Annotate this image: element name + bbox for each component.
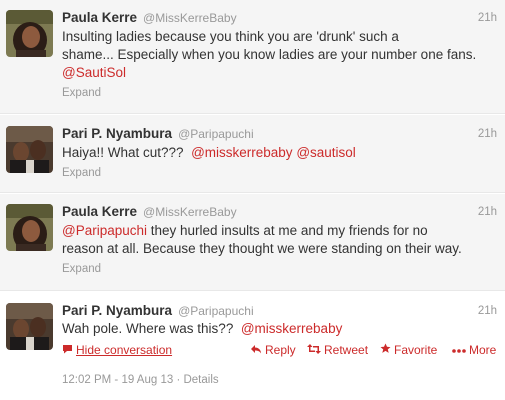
avatar[interactable]	[6, 204, 53, 251]
tweet-text: Insulting ladies because you think you a…	[62, 28, 495, 82]
author-handle[interactable]: @Paripapuchi	[178, 304, 254, 318]
expand-link[interactable]: Expand	[62, 167, 101, 179]
author-name[interactable]: Paula Kerre @MissKerreBaby	[62, 10, 237, 25]
mention-link[interactable]: @misskerrebaby	[241, 321, 342, 336]
author-name[interactable]: Paula Kerre @MissKerreBaby	[62, 204, 237, 219]
expand-link[interactable]: Expand	[62, 87, 101, 99]
tweet-3[interactable]: Paula Kerre @MissKerreBaby 21h @Paripapuc…	[0, 194, 505, 291]
tweet-text-line: reason at all. Because they thought we w…	[62, 241, 462, 256]
tweet-text: Haiya!! What cut??? @misskerrebaby @saut…	[62, 145, 356, 160]
mention-link[interactable]: @Paripapuchi	[62, 223, 147, 238]
tweet-metadata: 12:02 PM - 19 Aug 13 · Details	[62, 374, 219, 386]
author-name[interactable]: Pari P. Nyambura @Paripapuchi	[62, 303, 254, 318]
retweet-button[interactable]: Retweet	[307, 343, 368, 357]
more-button[interactable]: More	[452, 343, 496, 357]
expand-link[interactable]: Expand	[62, 263, 101, 275]
tweet-2[interactable]: Pari P. Nyambura @Paripapuchi 21h Haiya!!…	[0, 115, 505, 193]
retweet-icon	[307, 343, 321, 357]
tweet-time[interactable]: 21h	[478, 305, 497, 317]
tweet-text-line: Insulting ladies because you think you a…	[62, 29, 399, 44]
speech-bubble-icon	[62, 343, 73, 357]
author-handle[interactable]: @MissKerreBaby	[143, 205, 237, 219]
avatar[interactable]	[6, 10, 53, 57]
mention-link[interactable]: @SautiSol	[62, 64, 495, 82]
tweet-1[interactable]: Paula Kerre @MissKerreBaby 21h Insulting …	[0, 0, 505, 114]
mention-link[interactable]: @misskerrebaby	[191, 145, 292, 160]
favorite-button[interactable]: Favorite	[380, 343, 437, 357]
tweet-4[interactable]: Pari P. Nyambura @Paripapuchi 21h Wah pol…	[0, 292, 505, 400]
author-handle[interactable]: @MissKerreBaby	[143, 11, 237, 25]
reply-button[interactable]: Reply	[250, 343, 296, 357]
reply-icon	[250, 343, 262, 357]
tweet-timestamp[interactable]: 12:02 PM - 19 Aug 13	[62, 374, 173, 386]
tweet-text-line: they hurled insults at me and my friends…	[147, 223, 428, 238]
tweet-time[interactable]: 21h	[478, 128, 497, 140]
tweet-text: Wah pole. Where was this?? @misskerrebab…	[62, 321, 343, 336]
more-dots-icon	[452, 343, 466, 357]
hide-conversation-link[interactable]: Hide conversation	[62, 343, 172, 357]
tweet-time[interactable]: 21h	[478, 12, 497, 24]
author-name[interactable]: Pari P. Nyambura @Paripapuchi	[62, 126, 254, 141]
mention-link[interactable]: @sautisol	[296, 145, 355, 160]
tweet-time[interactable]: 21h	[478, 206, 497, 218]
separator: ·	[173, 374, 184, 386]
avatar[interactable]	[6, 126, 53, 173]
tweet-text-line: shame... Especially when you know ladies…	[62, 47, 477, 62]
details-link[interactable]: Details	[183, 374, 218, 386]
author-handle[interactable]: @Paripapuchi	[178, 127, 254, 141]
star-icon	[380, 343, 391, 357]
avatar[interactable]	[6, 303, 53, 350]
tweet-text: @Paripapuchi they hurled insults at me a…	[62, 222, 495, 258]
